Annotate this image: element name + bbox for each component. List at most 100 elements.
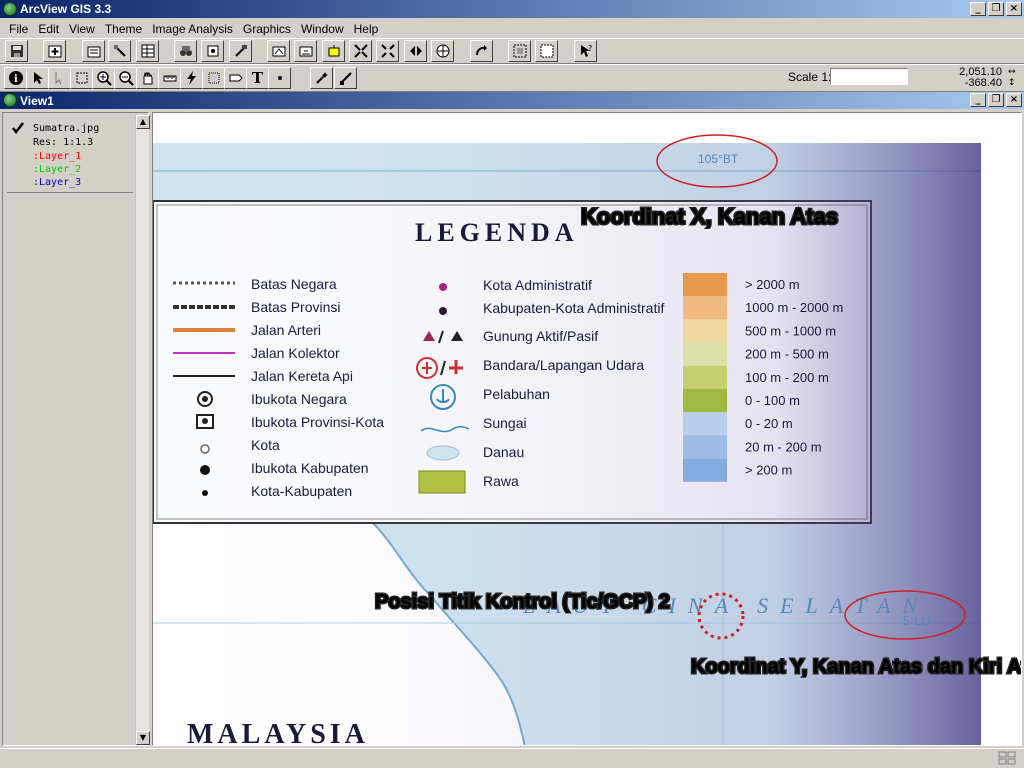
theme-resolution: Res: 1:1.3 xyxy=(33,137,94,148)
line-tool[interactable] xyxy=(334,67,357,89)
elevation-swatch-6 xyxy=(683,389,727,413)
menu-view[interactable]: View xyxy=(64,22,100,36)
menu-theme[interactable]: Theme xyxy=(100,22,147,36)
map-display[interactable]: LEGENDA Batas Negara Batas Provinsi Jala… xyxy=(152,112,1022,746)
menu-window[interactable]: Window xyxy=(296,22,349,36)
elevation-swatch-9 xyxy=(683,458,727,482)
menu-file[interactable]: File xyxy=(4,22,33,36)
scroll-down-button[interactable]: ▼ xyxy=(136,731,150,745)
view-title-bar: View1 _ ❐ × xyxy=(0,92,1024,109)
pan-tool[interactable] xyxy=(136,67,159,89)
view-restore-button[interactable]: ❐ xyxy=(988,93,1004,107)
select-feature-tool[interactable] xyxy=(70,67,93,89)
label-tool[interactable] xyxy=(224,67,247,89)
elevation-label-5: 100 m - 200 m xyxy=(745,370,829,385)
edit-tool[interactable] xyxy=(310,67,333,89)
elevation-label-4: 200 m - 500 m xyxy=(745,347,829,362)
zoom-in-tool[interactable] xyxy=(92,67,115,89)
legend-gunung: Gunung Aktif/Pasif xyxy=(483,328,598,344)
elevation-swatch-8 xyxy=(683,435,727,459)
save-project-button[interactable] xyxy=(5,40,28,62)
theme-properties-button[interactable] xyxy=(82,40,105,62)
view-close-button[interactable]: × xyxy=(1006,93,1022,107)
clear-selection-button[interactable] xyxy=(535,40,558,62)
text-tool[interactable]: T xyxy=(246,67,269,89)
restore-button[interactable]: ❐ xyxy=(988,2,1004,16)
kabupaten-kota-administratif-symbol xyxy=(439,307,447,315)
kota-administratif-symbol xyxy=(439,283,447,291)
theme-name: Sumatra.jpg xyxy=(33,123,100,134)
zoom-to-active-themes-button[interactable] xyxy=(294,40,317,62)
legend-jalan-kereta-api: Jalan Kereta Api xyxy=(251,368,353,384)
empty-frame-icon xyxy=(540,44,553,58)
annotation-titik-kontrol: Posisi Titik Kontrol (Tic/GCP) 2 xyxy=(375,591,670,613)
country-label: MALAYSIA xyxy=(187,719,369,746)
menu-graphics[interactable]: Graphics xyxy=(238,22,296,36)
elevation-label-2: 1000 m - 2000 m xyxy=(745,300,843,315)
view-minimize-button[interactable]: _ xyxy=(970,93,986,107)
query-hammer-icon xyxy=(234,45,247,57)
svg-text:i: i xyxy=(14,74,18,85)
coordinate-arrows-icon: ↔ ↕ xyxy=(1008,67,1016,88)
elevation-label-1: > 2000 m xyxy=(745,277,800,292)
scroll-up-button[interactable]: ▲ xyxy=(136,115,150,129)
elevation-label-9: > 200 m xyxy=(745,463,792,478)
zoom-to-full-extent-button[interactable] xyxy=(267,40,290,62)
locate-address-button[interactable] xyxy=(201,40,224,62)
zoom-previous-button[interactable] xyxy=(404,40,427,62)
elevation-label-3: 500 m - 1000 m xyxy=(745,323,836,338)
legend-jalan-arteri: Jalan Arteri xyxy=(251,322,321,338)
toc-scrollbar[interactable]: ▲ ▼ xyxy=(135,115,150,745)
elevation-swatches xyxy=(683,273,727,482)
binoculars-icon xyxy=(179,46,192,56)
rawa-symbol xyxy=(418,470,466,494)
theme-entry[interactable]: Sumatra.jpg Res: 1:1.3 :Layer_1 :Layer_2… xyxy=(7,117,133,193)
menu-help[interactable]: Help xyxy=(349,22,384,36)
map-margin-top xyxy=(153,113,981,143)
theme-visibility-checkbox[interactable] xyxy=(11,121,25,135)
layout-button[interactable] xyxy=(508,40,531,62)
legend-ibukota-provinsi-kota: Ibukota Provinsi-Kota xyxy=(251,414,384,430)
elevation-swatch-7 xyxy=(683,412,727,436)
redraw-button[interactable] xyxy=(470,40,493,62)
add-theme-button[interactable] xyxy=(43,40,66,62)
layer-1-label: :Layer_1 xyxy=(33,151,82,162)
identify-tool[interactable]: i xyxy=(4,67,27,89)
danau-symbol xyxy=(426,445,460,461)
zoom-out-button[interactable] xyxy=(376,40,399,62)
menu-edit[interactable]: Edit xyxy=(33,22,64,36)
edit-legend-button[interactable] xyxy=(108,40,131,62)
zoom-out-tool[interactable] xyxy=(114,67,137,89)
menu-image-analysis[interactable]: Image Analysis xyxy=(147,22,238,36)
full-extent-icon xyxy=(272,46,285,57)
hand-icon xyxy=(143,72,152,85)
select-features-button[interactable] xyxy=(431,40,454,62)
map-margin-right xyxy=(981,113,1021,745)
scale-input[interactable] xyxy=(830,68,908,85)
zoom-to-selected-button[interactable] xyxy=(322,40,345,62)
measure-tool[interactable] xyxy=(158,67,181,89)
draw-point-tool[interactable] xyxy=(268,67,291,89)
magnifier-minus-icon xyxy=(118,71,134,86)
hot-link-tool[interactable] xyxy=(180,67,203,89)
query-builder-button[interactable] xyxy=(229,40,252,62)
pointer-tool[interactable] xyxy=(26,67,49,89)
annotation-koordinat-y: Koordinat Y, Kanan Atas dan Kiri Atas xyxy=(691,656,1022,678)
zoom-previous-icon xyxy=(409,46,422,56)
status-grid-icon xyxy=(998,751,1016,765)
legend-kota-administratif: Kota Administratif xyxy=(483,277,592,293)
elevation-swatch-4 xyxy=(683,342,727,366)
minimize-button[interactable]: _ xyxy=(970,2,986,16)
area-of-interest-tool[interactable] xyxy=(202,67,225,89)
legend-bandara: Bandara/Lapangan Udara xyxy=(483,357,644,373)
vertex-edit-tool[interactable] xyxy=(48,67,71,89)
app-title: ArcView GIS 3.3 xyxy=(20,2,112,16)
close-button[interactable]: × xyxy=(1006,2,1022,16)
zoom-themes-icon xyxy=(299,46,312,57)
point-dot-icon xyxy=(277,76,282,80)
open-table-button[interactable] xyxy=(136,40,159,62)
find-button[interactable] xyxy=(174,40,197,62)
help-button[interactable]: ? xyxy=(574,40,597,62)
zoom-in-button[interactable] xyxy=(349,40,372,62)
select-globe-icon xyxy=(436,44,449,58)
